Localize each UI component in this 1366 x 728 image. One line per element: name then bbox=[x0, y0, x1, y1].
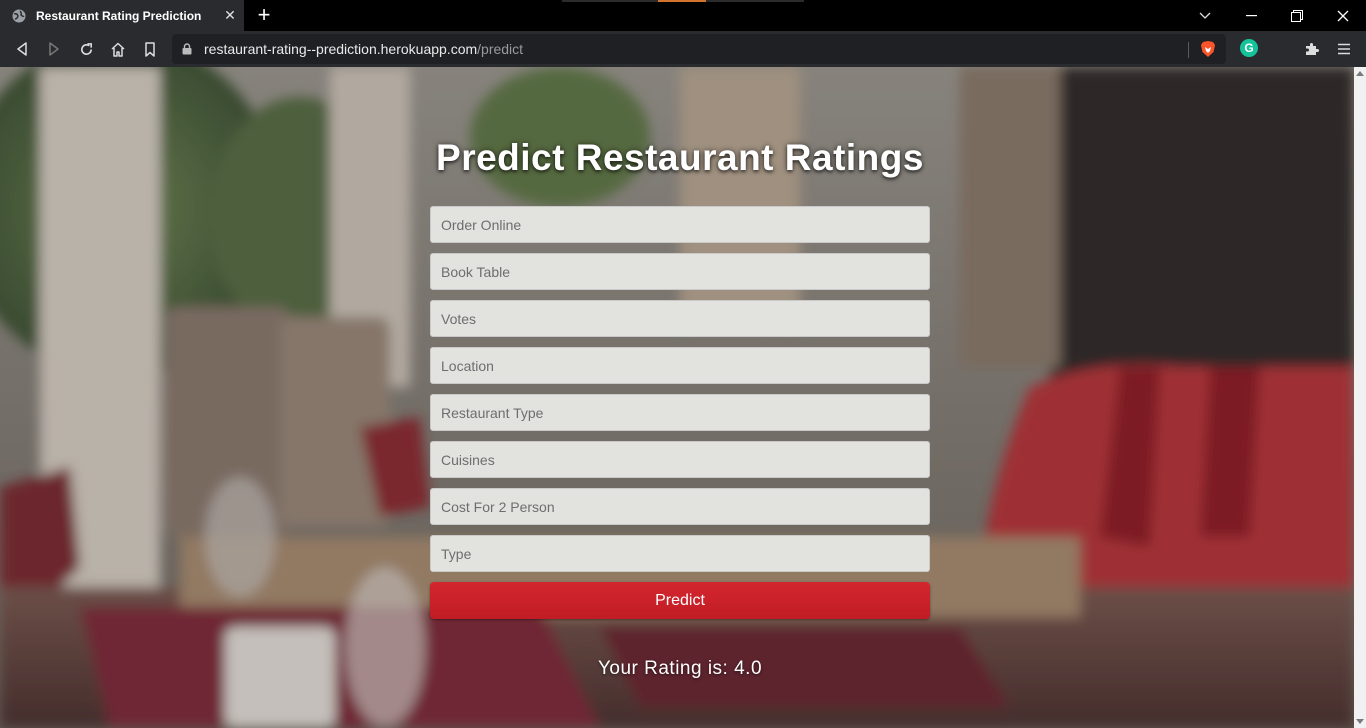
predict-button[interactable]: Predict bbox=[430, 582, 930, 619]
restore-button[interactable] bbox=[1274, 0, 1320, 31]
restaurant-type-input[interactable] bbox=[430, 394, 930, 431]
location-input[interactable] bbox=[430, 347, 930, 384]
type-input[interactable] bbox=[430, 535, 930, 572]
votes-input[interactable] bbox=[430, 300, 930, 337]
address-bar-divider bbox=[1188, 42, 1189, 58]
address-bar[interactable]: restaurant-rating--prediction.herokuapp.… bbox=[172, 34, 1226, 64]
book-table-input[interactable] bbox=[430, 253, 930, 290]
globe-icon bbox=[12, 9, 26, 23]
browser-toolbar: restaurant-rating--prediction.herokuapp.… bbox=[0, 31, 1366, 67]
page-title: Predict Restaurant Ratings bbox=[436, 137, 924, 178]
cuisines-input[interactable] bbox=[430, 441, 930, 478]
order-online-input[interactable] bbox=[430, 206, 930, 243]
scroll-down-arrow-icon[interactable] bbox=[1356, 719, 1364, 724]
brave-shields-icon[interactable] bbox=[1200, 40, 1216, 63]
cost-for-2-person-input[interactable] bbox=[430, 488, 930, 525]
forward-icon[interactable] bbox=[42, 37, 66, 61]
home-icon[interactable] bbox=[106, 37, 130, 61]
tab-search-chevron-icon[interactable] bbox=[1182, 0, 1228, 31]
tab-close-icon[interactable]: ✕ bbox=[216, 7, 244, 24]
url-path: /predict bbox=[477, 41, 524, 57]
tab-strip: Restaurant Rating Prediction ✕ + bbox=[0, 0, 1366, 31]
minimize-button[interactable] bbox=[1228, 0, 1274, 31]
lock-icon bbox=[182, 43, 192, 55]
grammarly-extension-icon[interactable]: G bbox=[1240, 39, 1258, 57]
media-playback-indicator bbox=[562, 0, 804, 2]
reload-icon[interactable] bbox=[74, 37, 98, 61]
rating-result-text: Your Rating is: 4.0 bbox=[597, 658, 763, 679]
tab-title: Restaurant Rating Prediction bbox=[36, 8, 202, 23]
extensions-puzzle-icon[interactable] bbox=[1300, 37, 1324, 61]
new-tab-button[interactable]: + bbox=[252, 3, 276, 27]
prediction-form: Predict bbox=[430, 206, 930, 619]
scroll-up-arrow-icon[interactable] bbox=[1356, 71, 1364, 76]
close-window-button[interactable] bbox=[1320, 0, 1366, 31]
back-icon[interactable] bbox=[10, 37, 34, 61]
menu-hamburger-icon[interactable] bbox=[1332, 37, 1356, 61]
bookmark-icon[interactable] bbox=[138, 37, 162, 61]
url-host: restaurant-rating--prediction.herokuapp.… bbox=[204, 41, 478, 57]
browser-tab-active[interactable]: Restaurant Rating Prediction ✕ bbox=[0, 0, 244, 31]
